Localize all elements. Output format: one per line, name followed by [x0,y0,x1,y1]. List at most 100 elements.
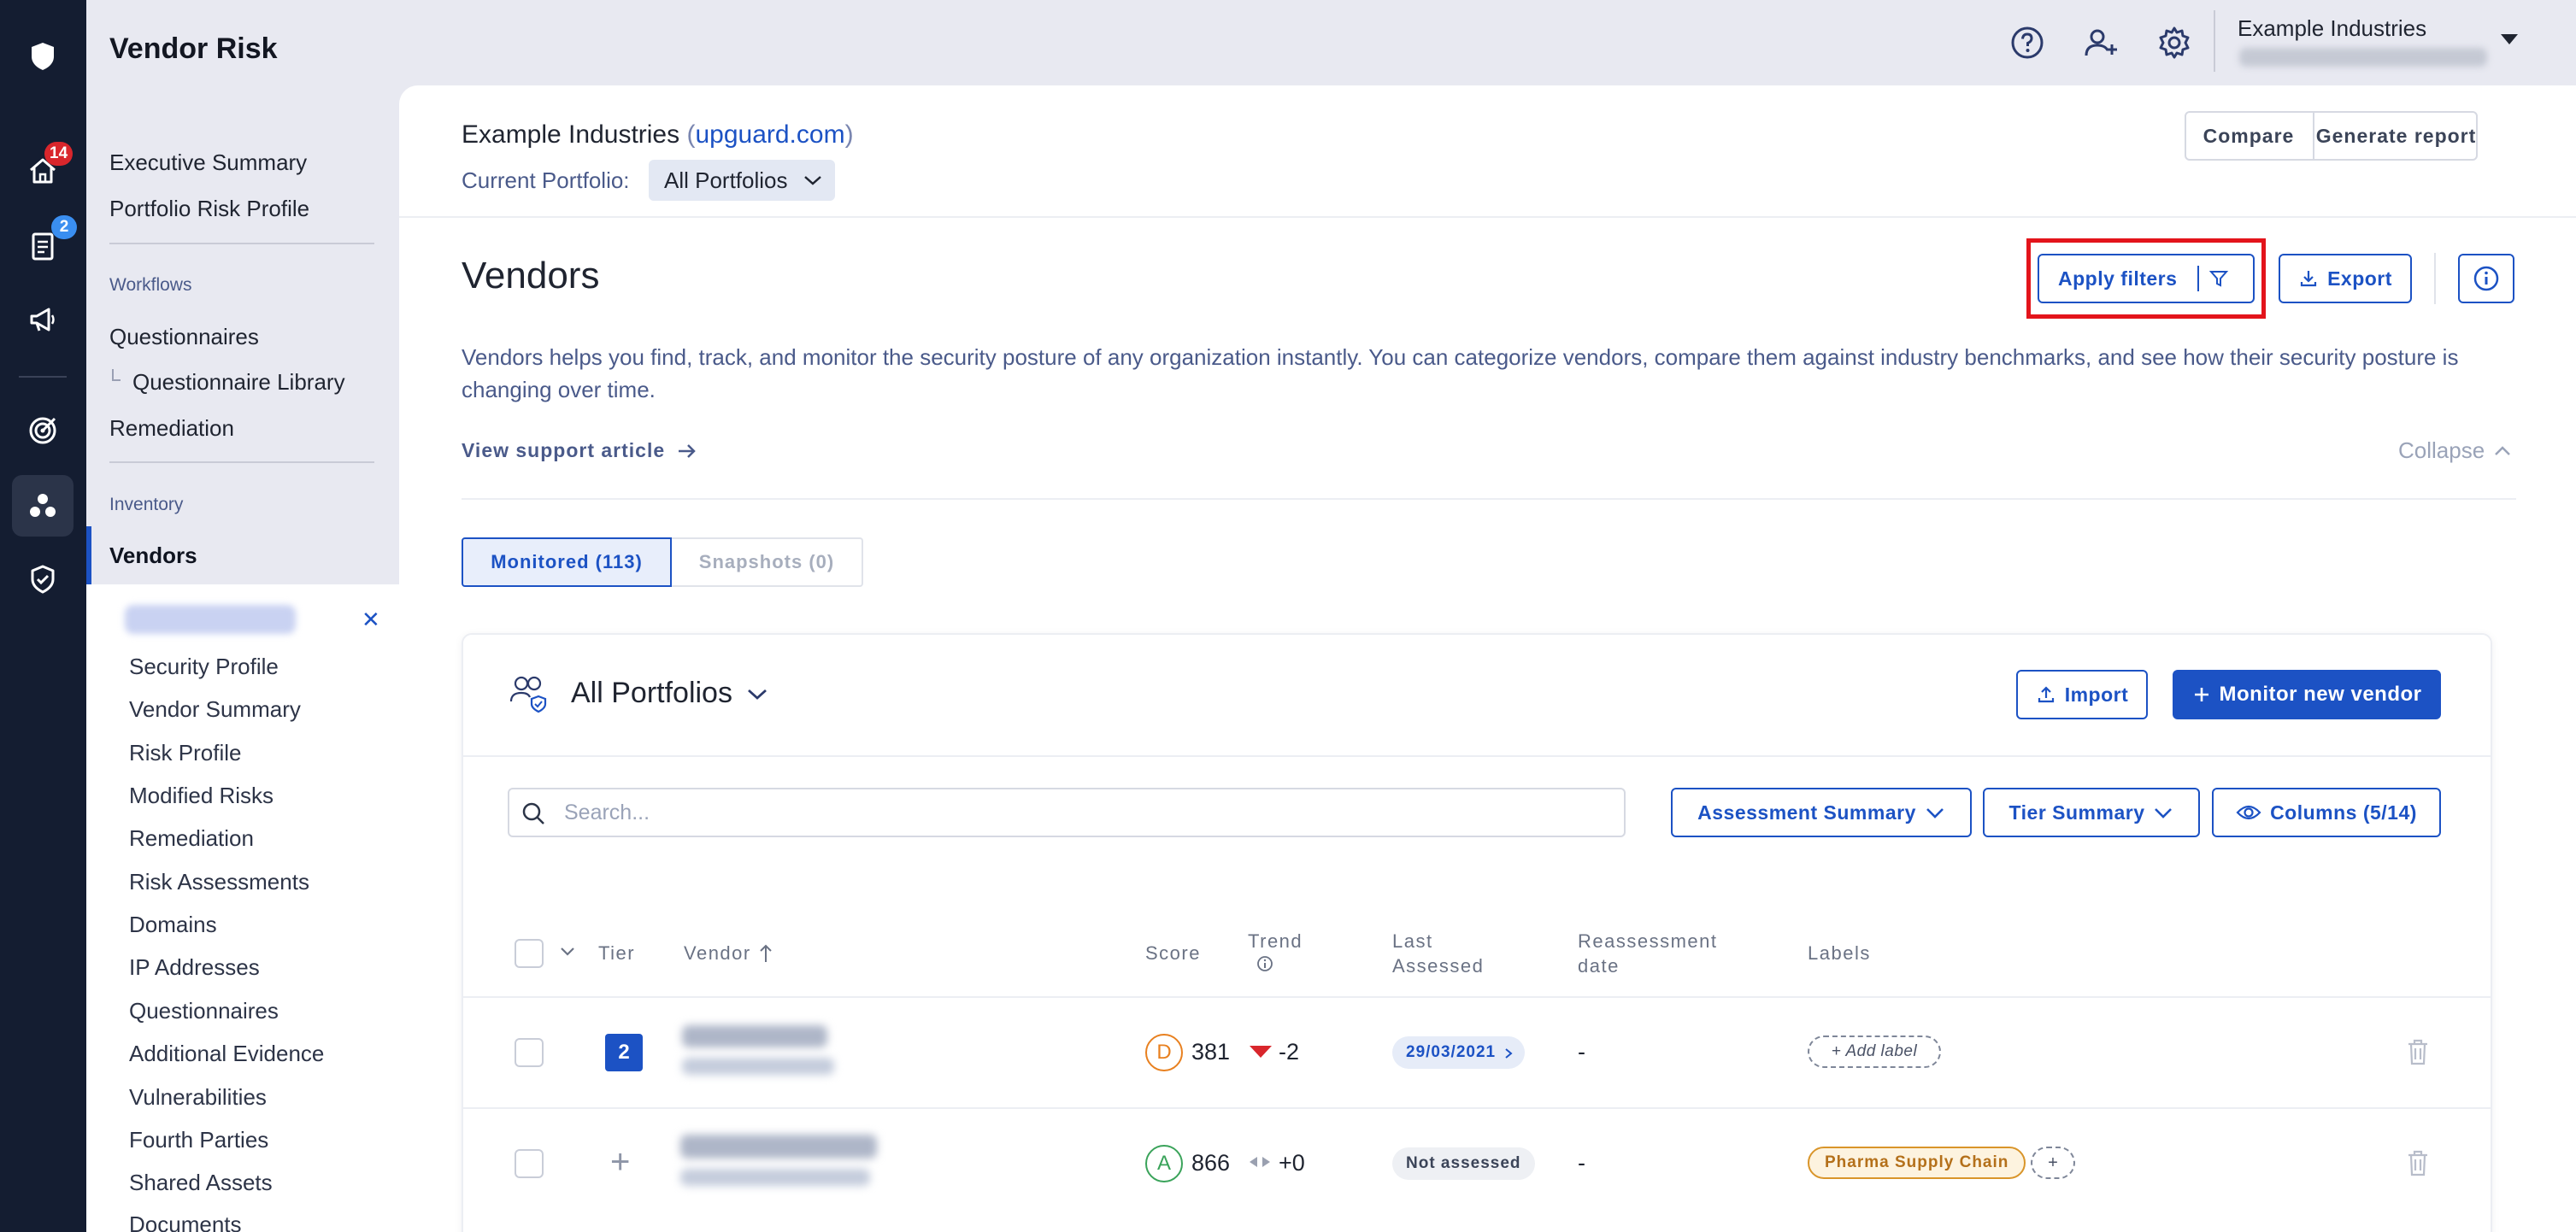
search-icon [522,802,544,824]
tab-monitored[interactable]: Monitored (113) [462,537,672,587]
label-chip[interactable]: Pharma Supply Chain [1808,1147,2026,1179]
megaphone-icon[interactable] [12,289,74,350]
tier-badge[interactable]: 2 [605,1034,643,1071]
col-header-reassessment-date[interactable]: Reassessment date [1578,929,1718,978]
sub-domains[interactable]: Domains [129,912,217,938]
trash-icon[interactable] [2405,1148,2431,1177]
org-name[interactable]: Example Industries [2238,15,2426,42]
org-email-redacted [2239,48,2487,67]
target-icon[interactable] [12,400,74,461]
tab-snapshots[interactable]: Snapshots (0) [672,537,863,587]
nav-remediation[interactable]: Remediation [109,415,234,442]
export-button[interactable]: Export [2279,254,2412,303]
vendor-domain-redacted [680,1169,870,1186]
portfolio-dropdown[interactable]: All Portfolios [571,677,768,710]
settings-icon[interactable] [2155,24,2193,62]
sub-risk-profile[interactable]: Risk Profile [129,740,241,766]
nav-divider [109,461,374,463]
sub-documents[interactable]: Documents [129,1211,242,1232]
documents-badge: 2 [51,215,77,239]
last-assessed-chip[interactable]: Not assessed [1392,1147,1535,1180]
nav-divider [109,243,374,244]
monitor-new-vendor-button[interactable]: Monitor new vendor [2173,670,2441,719]
company-name: Example Industries [462,120,680,149]
sub-vendor-summary[interactable]: Vendor Summary [129,696,301,723]
icon-rail: 14 2 [0,0,86,1232]
chevron-down-icon[interactable] [2501,34,2518,44]
sub-additional-evidence[interactable]: Additional Evidence [129,1041,324,1067]
chevron-up-icon [2495,445,2511,455]
vendor-risk-icon[interactable] [12,475,74,537]
support-article-link[interactable]: View support article [462,439,697,462]
sub-shared-assets[interactable]: Shared Assets [129,1170,273,1196]
sub-fourth-parties[interactable]: Fourth Parties [129,1127,268,1153]
add-user-icon[interactable] [2082,24,2120,62]
nav-vendors[interactable]: Vendors [109,543,197,569]
col-header-tier[interactable]: Tier [598,941,635,965]
upload-icon [2038,686,2054,703]
nav-questionnaire-library[interactable]: Questionnaire Library [132,369,345,396]
sub-security-profile[interactable]: Security Profile [129,654,279,680]
reassessment-date: - [1578,1039,1585,1065]
divider [2434,253,2436,304]
assessment-summary-dropdown[interactable]: Assessment Summary [1671,788,1972,837]
last-assessed-chip[interactable]: 29/03/2021 [1392,1036,1526,1069]
close-icon[interactable]: ✕ [362,607,380,633]
portfolio-select[interactable]: All Portfolios [649,160,835,201]
tier-summary-dropdown[interactable]: Tier Summary [1983,788,2200,837]
shield-check-icon[interactable] [12,549,74,610]
info-button[interactable] [2458,254,2514,303]
add-tier-button[interactable]: + [610,1143,630,1182]
add-label-button[interactable]: + [2031,1147,2075,1179]
sub-questionnaires[interactable]: Questionnaires [129,998,279,1024]
row-divider [463,1107,2491,1109]
sub-ip-addresses[interactable]: IP Addresses [129,954,260,981]
trend-down-icon [1250,1046,1272,1058]
col-header-last-assessed[interactable]: Last Assessed [1392,929,1484,978]
nav-portfolio-risk-profile[interactable]: Portfolio Risk Profile [109,196,309,222]
sort-ascending-icon [760,944,772,962]
vendor-name-redacted[interactable] [680,1135,877,1159]
select-all-checkbox[interactable] [515,939,544,968]
info-icon [2473,266,2499,291]
nav-questionnaires[interactable]: Questionnaires [109,324,259,350]
apply-filters-label: Apply filters [2058,267,2178,290]
info-icon[interactable] [1256,955,1273,972]
download-icon [2300,271,2317,287]
sub-risk-assessments[interactable]: Risk Assessments [129,869,309,895]
chevron-down-icon [1926,808,1944,818]
columns-button[interactable]: Columns (5/14) [2212,788,2441,837]
row-checkbox[interactable] [515,1149,544,1178]
trash-icon[interactable] [2405,1037,2431,1066]
arrow-right-icon [679,443,696,458]
help-icon[interactable] [2008,24,2046,62]
vendors-description: Vendors helps you find, track, and monit… [462,344,2459,402]
upguard-logo-icon[interactable] [12,26,74,87]
nav-executive-summary[interactable]: Executive Summary [109,150,307,176]
col-header-vendor[interactable]: Vendor [684,941,773,965]
chevron-down-icon[interactable] [559,945,576,959]
generate-report-button[interactable]: Generate report [2314,111,2478,161]
sub-vulnerabilities[interactable]: Vulnerabilities [129,1084,267,1111]
vendor-name-redacted[interactable] [682,1025,827,1047]
col-header-trend[interactable]: Trend [1248,929,1303,953]
company-domain-link[interactable]: upguard.com [695,120,844,149]
row-checkbox[interactable] [515,1038,544,1067]
import-button[interactable]: Import [2016,670,2148,719]
header-divider [399,216,2576,218]
sub-remediation[interactable]: Remediation [129,825,254,852]
trend-value: +0 [1279,1150,1305,1176]
nav-section-inventory: Inventory [109,495,184,514]
chevron-down-icon [748,689,767,700]
sub-modified-risks[interactable]: Modified Risks [129,783,273,809]
selected-vendor-redacted [125,605,296,634]
collapse-toggle[interactable]: Collapse [2398,437,2512,464]
plus-icon [2194,688,2208,701]
section-divider [462,498,2516,500]
compare-button[interactable]: Compare [2185,111,2313,161]
search-input[interactable]: Search... [508,788,1626,837]
apply-filters-button[interactable]: Apply filters [2038,254,2255,303]
col-header-score[interactable]: Score [1145,941,1201,965]
add-label-button[interactable]: + Add label [1808,1035,1941,1068]
col-header-labels[interactable]: Labels [1808,941,1871,965]
